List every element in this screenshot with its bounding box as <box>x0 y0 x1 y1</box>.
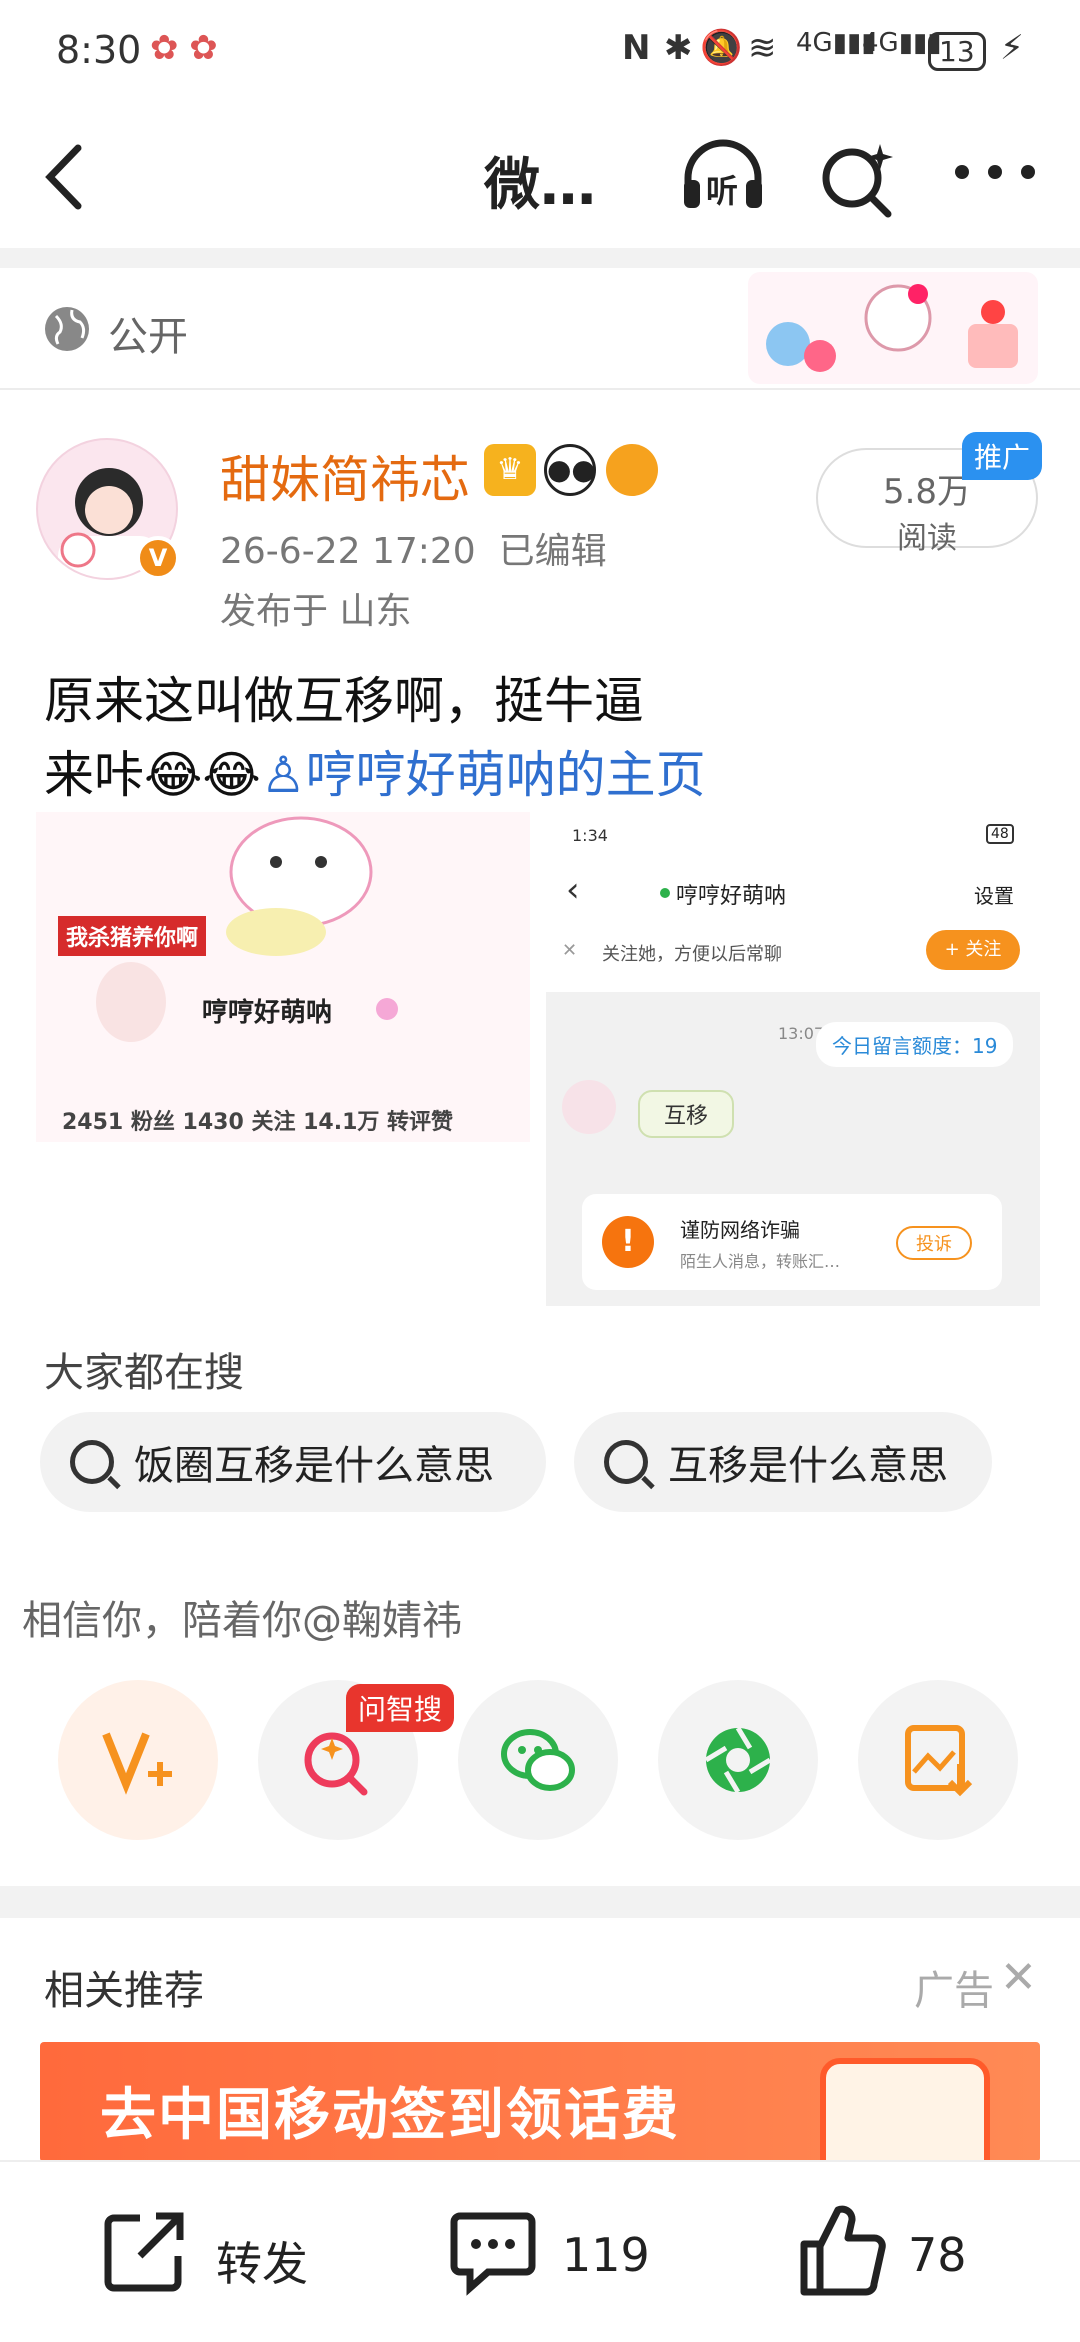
post-text-line2: 来咔😂😂♙哼哼好萌呐的主页 <box>44 738 1044 812</box>
image1-badge-icon <box>376 998 398 1020</box>
edited-label: 已编辑 <box>498 531 607 572</box>
like-count: 78 <box>908 2228 967 2282</box>
image2-time: 1:34 <box>572 826 608 845</box>
mute-icon: 🔕 <box>700 28 743 68</box>
status-bar: 8:30 ✿ ✿ N ✱ 🔕 ≋ 4G▮▮▮ 4G▮▮▮ 13 ⚡ <box>0 0 1080 100</box>
online-dot-icon <box>660 888 670 898</box>
divider <box>0 1886 1080 1918</box>
listen-button[interactable]: 听 <box>678 136 768 216</box>
comment-count: 119 <box>562 2228 650 2282</box>
battery-level: 13 <box>939 35 975 68</box>
hello-kitty-decoration <box>748 272 1038 384</box>
kitty-illustration <box>226 816 373 956</box>
search-icon <box>604 1440 648 1484</box>
status-time: 8:30 <box>56 28 142 72</box>
related-section: 相关推荐 广告 ✕ <box>0 1918 1080 2042</box>
search-chip-1-label: 饭圈互移是什么意思 <box>134 1443 494 1489</box>
image2-warn-title: 谨防网络诈骗 <box>680 1218 800 1242</box>
ad-banner[interactable]: 去中国移动签到领话费 <box>40 2042 1040 2162</box>
back-icon[interactable] <box>40 142 90 212</box>
image2-back-icon: ‹ <box>566 870 580 910</box>
bottom-action-bar: 转发 119 78 <box>0 2160 1080 2340</box>
image2-quota: 今日留言额度：19 <box>816 1022 1014 1067</box>
save-image-icon <box>905 1725 973 1797</box>
smart-search-badge: 问智搜 <box>346 1684 455 1732</box>
promote-badge[interactable]: 推广 <box>962 432 1043 480</box>
more-icon[interactable] <box>950 160 1040 184</box>
notification-icon: ✿ ✿ <box>150 28 218 68</box>
battery-icon: 13 <box>928 32 986 71</box>
image2-battery: 48 <box>986 824 1014 844</box>
search-chip-2-label: 互移是什么意思 <box>668 1443 948 1489</box>
image2-follow-tip: 关注她，方便以后常聊 <box>602 944 782 965</box>
image2-follow-button: + 关注 <box>926 930 1020 970</box>
image2-bubble: 互移 <box>638 1090 735 1138</box>
wechat-icon <box>501 1729 575 1791</box>
image2-warn-sub: 陌生人消息，转账汇… <box>680 1252 841 1271</box>
mention-link[interactable]: 哼哼好萌呐的主页 <box>306 746 706 804</box>
image2-settings: 设置 <box>974 884 1014 908</box>
image1-tag: 我杀猪养你啊 <box>58 916 207 956</box>
share-save-image-button[interactable] <box>858 1680 1018 1840</box>
username[interactable]: 甜妹简祎芯 <box>220 440 470 512</box>
related-heading: 相关推荐 <box>44 1968 204 2014</box>
globe-icon <box>45 307 89 351</box>
smart-search-icon <box>304 1732 368 1796</box>
divider <box>0 248 1080 268</box>
image2-report: 投诉 <box>896 1226 972 1260</box>
fish-icon <box>606 444 658 496</box>
top-nav-bar: 微… 听 <box>0 100 1080 248</box>
bluetooth-icon: ✱ <box>664 28 693 68</box>
close-ad-icon[interactable]: ✕ <box>1000 1952 1037 2003</box>
reads-label: 阅读 <box>897 521 957 556</box>
thumbs-up-icon <box>800 2205 886 2296</box>
nfc-icon: N <box>622 28 651 68</box>
comment-button[interactable]: 119 <box>448 2162 688 2342</box>
verified-badge: V <box>136 536 180 580</box>
image2-close-icon: ✕ <box>562 940 578 961</box>
visibility-label: 公开 <box>108 314 188 360</box>
user-icon: ♙ <box>260 746 306 804</box>
smart-search-icon[interactable] <box>818 140 898 220</box>
search-chip-2[interactable]: 互移是什么意思 <box>574 1412 992 1512</box>
shield-warning-icon: ! <box>602 1216 654 1268</box>
post-image-1[interactable]: 我杀猪养你啊 哼哼好萌呐 <box>36 812 530 1142</box>
panda-icon: ●● <box>544 444 596 496</box>
post-datetime: 26-6-22 17:20 <box>220 531 476 572</box>
ad-banner-text: 去中国移动签到领话费 <box>100 2083 680 2148</box>
crown-badge-icon: ♛ <box>484 444 536 496</box>
image1-name: 哼哼好萌呐 <box>202 998 333 1028</box>
comment-icon <box>450 2212 536 2296</box>
ad-label: 广告 <box>914 1968 994 2014</box>
listen-label: 听 <box>706 172 739 210</box>
weibo-v-plus-icon <box>102 1732 172 1795</box>
companion-text[interactable]: 相信你，陪着你@鞠婧祎 <box>22 1588 462 1646</box>
image2-chat-name: 哼哼好萌呐 <box>676 884 787 909</box>
post-text-prefix: 来咔😂😂 <box>44 746 261 804</box>
image1-avatar <box>96 962 166 1042</box>
post-text-line1: 原来这叫做互移啊，挺牛逼 <box>44 672 644 730</box>
post-location: 发布于 山东 <box>220 591 412 632</box>
image1-stats: 2451 粉丝 1430 关注 14.1万 转评赞 <box>62 1110 454 1135</box>
post-time-row: 26-6-22 17:20 已编辑 <box>220 522 607 574</box>
wifi-icon: ≋ <box>748 28 777 68</box>
search-chip-1[interactable]: 饭圈互移是什么意思 <box>40 1412 546 1512</box>
image2-avatar <box>562 1080 616 1134</box>
like-button[interactable]: 78 <box>796 2162 1016 2342</box>
calendar-icon <box>820 2058 990 2162</box>
page-title: 微… <box>484 153 596 218</box>
moments-icon <box>704 1726 772 1794</box>
post-text: 原来这叫做互移啊，挺牛逼 来咔😂😂♙哼哼好萌呐的主页 <box>44 664 1044 812</box>
repost-label: 转发 <box>216 2237 308 2291</box>
share-moments-button[interactable] <box>658 1680 818 1840</box>
repost-icon <box>104 2212 184 2292</box>
share-wechat-button[interactable] <box>458 1680 618 1840</box>
search-icon <box>70 1440 114 1484</box>
visibility-bar: 公开 <box>0 268 1080 390</box>
charging-icon: ⚡ <box>1000 28 1024 68</box>
post-image-2[interactable]: 1:34 48 ‹ 哼哼好萌呐 设置 ✕ 关注她，方便以后常聊 + 关注 13:… <box>546 812 1040 1306</box>
search-heading: 大家都在搜 <box>44 1350 244 1396</box>
repost-button[interactable]: 转发 <box>100 2162 360 2342</box>
share-weibo-button[interactable] <box>58 1680 218 1840</box>
